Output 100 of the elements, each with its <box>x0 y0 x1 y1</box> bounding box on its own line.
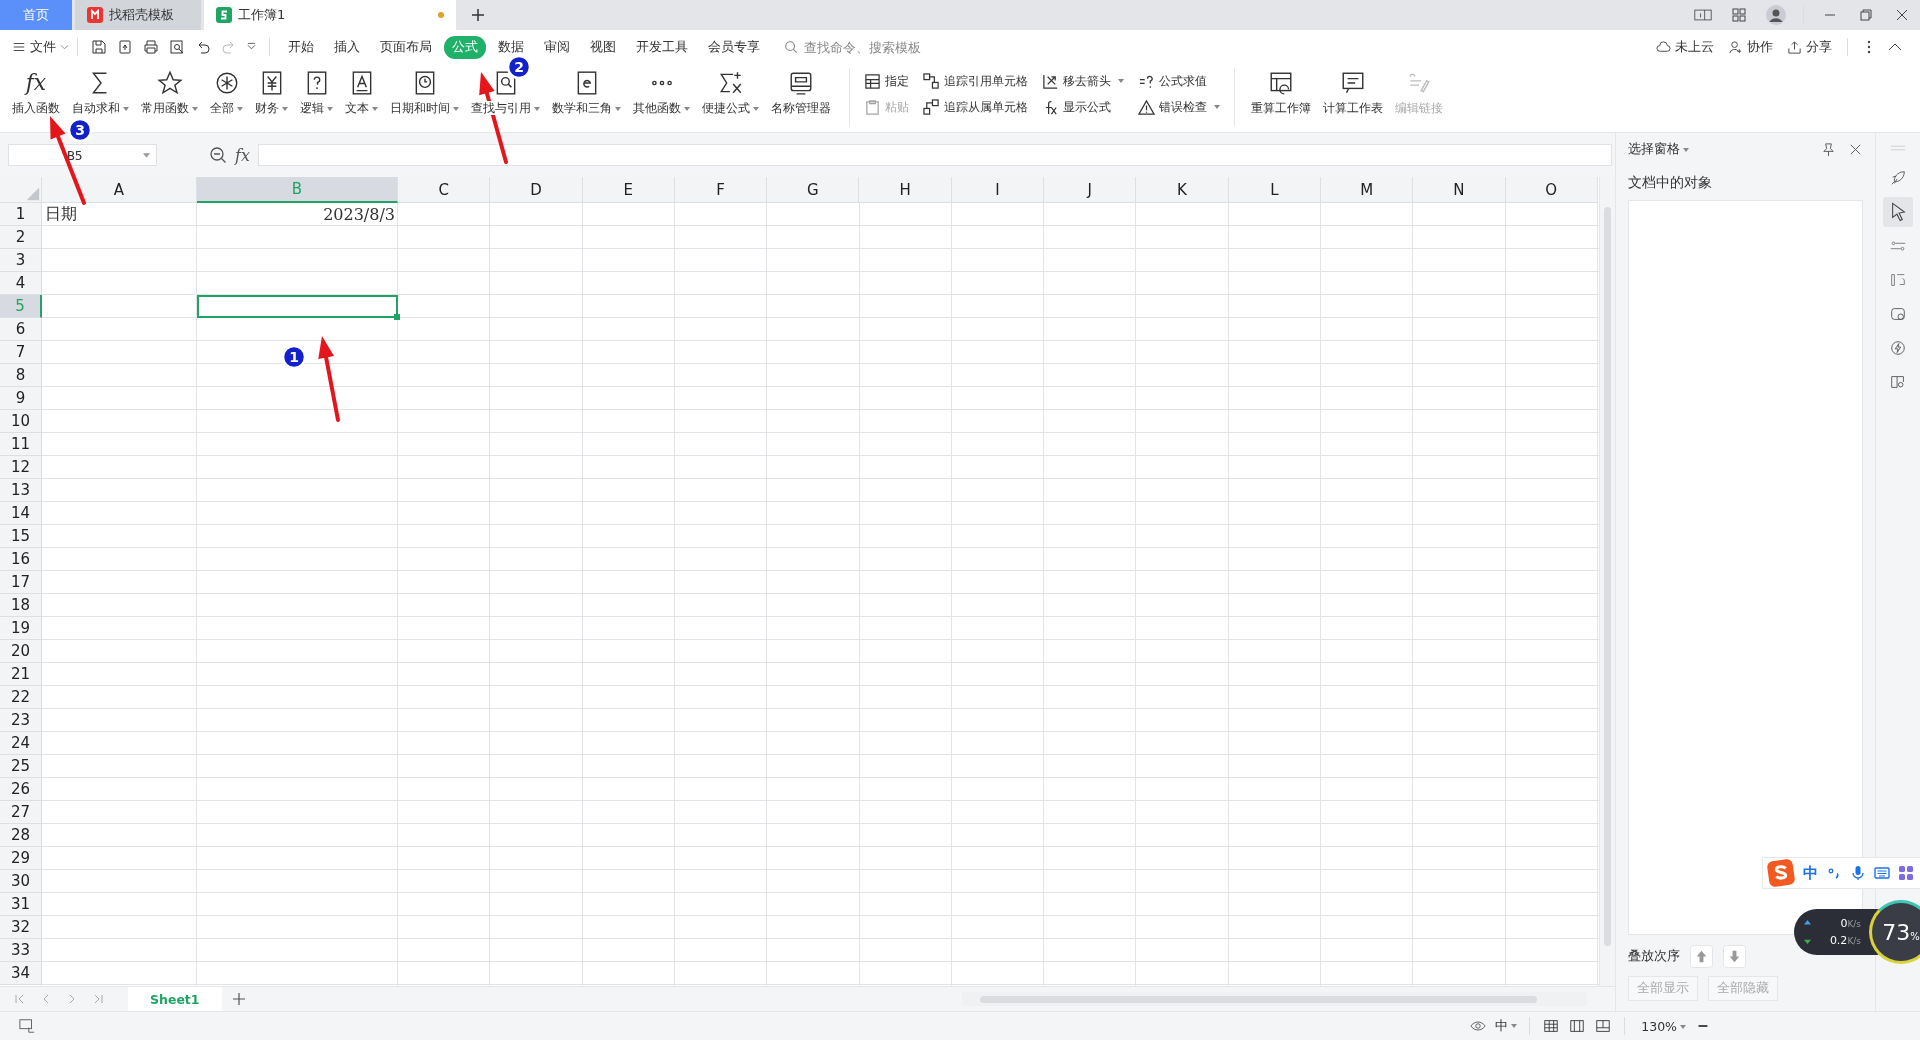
ribbon-button[interactable]: 重算工作簿 <box>1245 68 1317 117</box>
normal-view-icon[interactable] <box>1542 1018 1561 1034</box>
ribbon-button[interactable]: 其他函数 <box>627 68 696 117</box>
document-tab[interactable]: 工作簿1 <box>204 0 456 30</box>
row-header[interactable]: 18 <box>0 594 42 617</box>
warning-icon[interactable] <box>1138 98 1155 116</box>
ribbon-button[interactable]: 计算工作表 <box>1317 68 1389 117</box>
pin-icon[interactable] <box>1821 142 1836 157</box>
column-header[interactable]: L <box>1228 177 1321 203</box>
layout-transform-icon[interactable] <box>1889 271 1907 289</box>
ribbon-tab[interactable]: 插入 <box>326 35 368 59</box>
star-icon[interactable] <box>156 70 183 96</box>
send-backward-icon[interactable] <box>1723 945 1746 968</box>
trace-dependents-icon[interactable] <box>923 98 940 116</box>
formula-input[interactable] <box>257 144 1612 166</box>
table-icon[interactable] <box>864 72 881 90</box>
menu-icon[interactable] <box>12 40 26 54</box>
column-header[interactable]: F <box>674 177 768 203</box>
ribbon-button[interactable]: 公式求值 <box>1138 68 1220 94</box>
row-header[interactable]: 3 <box>0 249 42 272</box>
zoom-icon[interactable] <box>209 146 227 164</box>
add-sheet-icon[interactable] <box>231 992 246 1006</box>
apps-icon[interactable] <box>1898 865 1914 881</box>
row-header[interactable]: 12 <box>0 456 42 479</box>
column-header[interactable]: D <box>490 177 583 203</box>
eye-icon[interactable] <box>1469 1018 1488 1034</box>
ribbon-tab[interactable]: 开发工具 <box>628 35 696 59</box>
column-header[interactable]: I <box>951 177 1045 203</box>
row-header[interactable]: 14 <box>0 502 42 525</box>
macro-icon[interactable] <box>18 1018 36 1034</box>
ribbon-button[interactable]: 数学和三角 <box>546 68 627 117</box>
recalculate-icon[interactable] <box>1268 70 1294 96</box>
cursor-icon[interactable] <box>1883 197 1913 227</box>
row-header[interactable]: 33 <box>0 939 42 962</box>
row-header[interactable]: 29 <box>0 847 42 870</box>
active-cell[interactable] <box>197 295 398 318</box>
ribbon-button[interactable]: 全部 <box>204 68 249 117</box>
ribbon-tab[interactable]: 审阅 <box>536 35 578 59</box>
row-header[interactable]: 32 <box>0 916 42 939</box>
row-header[interactable]: 21 <box>0 663 42 686</box>
row-header[interactable]: 8 <box>0 364 42 387</box>
horizontal-scrollbar[interactable] <box>962 992 1587 1006</box>
image-tool-icon[interactable] <box>1889 305 1907 323</box>
row-header[interactable]: 4 <box>0 272 42 295</box>
calculate-sheet-icon[interactable] <box>1340 70 1366 96</box>
ribbon-button[interactable]: 移去箭头 <box>1042 68 1124 94</box>
avatar-icon[interactable] <box>1766 5 1786 25</box>
ribbon-tab[interactable]: 页面布局 <box>372 35 440 59</box>
cloud-icon[interactable] <box>1656 39 1671 55</box>
row-header[interactable]: 9 <box>0 387 42 410</box>
row-header[interactable]: 1 <box>0 203 42 226</box>
column-header[interactable]: C <box>398 177 491 203</box>
row-header[interactable]: 24 <box>0 732 42 755</box>
share-icon[interactable] <box>1787 39 1802 55</box>
caret-icon[interactable] <box>143 152 150 158</box>
ribbon-button[interactable]: 财务 <box>249 68 294 117</box>
collaborate-icon[interactable] <box>1728 39 1743 55</box>
document-tab[interactable]: 找稻壳模板 <box>75 0 201 30</box>
preview-icon[interactable] <box>169 39 185 55</box>
new-tab-icon[interactable] <box>470 7 486 23</box>
export-icon[interactable] <box>117 39 133 55</box>
ribbon-button[interactable]: 便捷公式 <box>696 68 765 117</box>
column-header[interactable]: O <box>1505 177 1598 203</box>
row-header[interactable]: 20 <box>0 640 42 663</box>
restore-icon[interactable] <box>1857 7 1875 23</box>
pane-title[interactable]: 选择窗格 <box>1628 141 1689 158</box>
ribbon-button[interactable]: 名称管理器 <box>765 68 837 117</box>
ime-logo-icon[interactable] <box>1767 859 1795 887</box>
column-header[interactable]: K <box>1136 177 1229 203</box>
ribbon-button[interactable]: 指定 <box>864 68 909 94</box>
grid-icon[interactable] <box>1730 7 1748 23</box>
name-manager-icon[interactable] <box>788 70 814 96</box>
ribbon-button[interactable]: fx 插入函数 <box>6 68 66 117</box>
print-icon[interactable] <box>143 39 159 55</box>
row-header[interactable]: 11 <box>0 433 42 456</box>
ribbon-button[interactable]: 日期和时间 <box>384 68 465 117</box>
row-header[interactable]: 27 <box>0 801 42 824</box>
row-header[interactable]: 28 <box>0 824 42 847</box>
file-menu[interactable]: 文件 <box>12 38 69 56</box>
row-header[interactable]: 17 <box>0 571 42 594</box>
vertical-scrollbar[interactable] <box>1599 177 1615 986</box>
column-header[interactable]: A <box>42 177 197 203</box>
column-header[interactable]: M <box>1320 177 1414 203</box>
remove-arrows-icon[interactable] <box>1042 72 1059 90</box>
name-box[interactable]: B5 <box>8 144 157 166</box>
ribbon-button[interactable]: 文本 <box>339 68 384 117</box>
search-field[interactable]: 查找命令、搜索模板 <box>784 38 966 56</box>
column-header[interactable]: J <box>1044 177 1137 203</box>
row-header[interactable]: 22 <box>0 686 42 709</box>
save-icon[interactable] <box>91 39 107 55</box>
lightning-icon[interactable] <box>1889 339 1907 357</box>
book-search-icon[interactable] <box>1889 373 1907 391</box>
formula-icon[interactable] <box>717 70 744 96</box>
row-header[interactable]: 2 <box>0 226 42 249</box>
page-break-icon[interactable] <box>1594 1018 1613 1034</box>
row-header[interactable]: 13 <box>0 479 42 502</box>
page-layout-icon[interactable] <box>1568 1018 1587 1034</box>
column-header[interactable]: N <box>1413 177 1506 203</box>
toolbar-action[interactable]: 未上云 <box>1656 38 1714 56</box>
toolbar-action[interactable]: 分享 <box>1787 38 1832 56</box>
